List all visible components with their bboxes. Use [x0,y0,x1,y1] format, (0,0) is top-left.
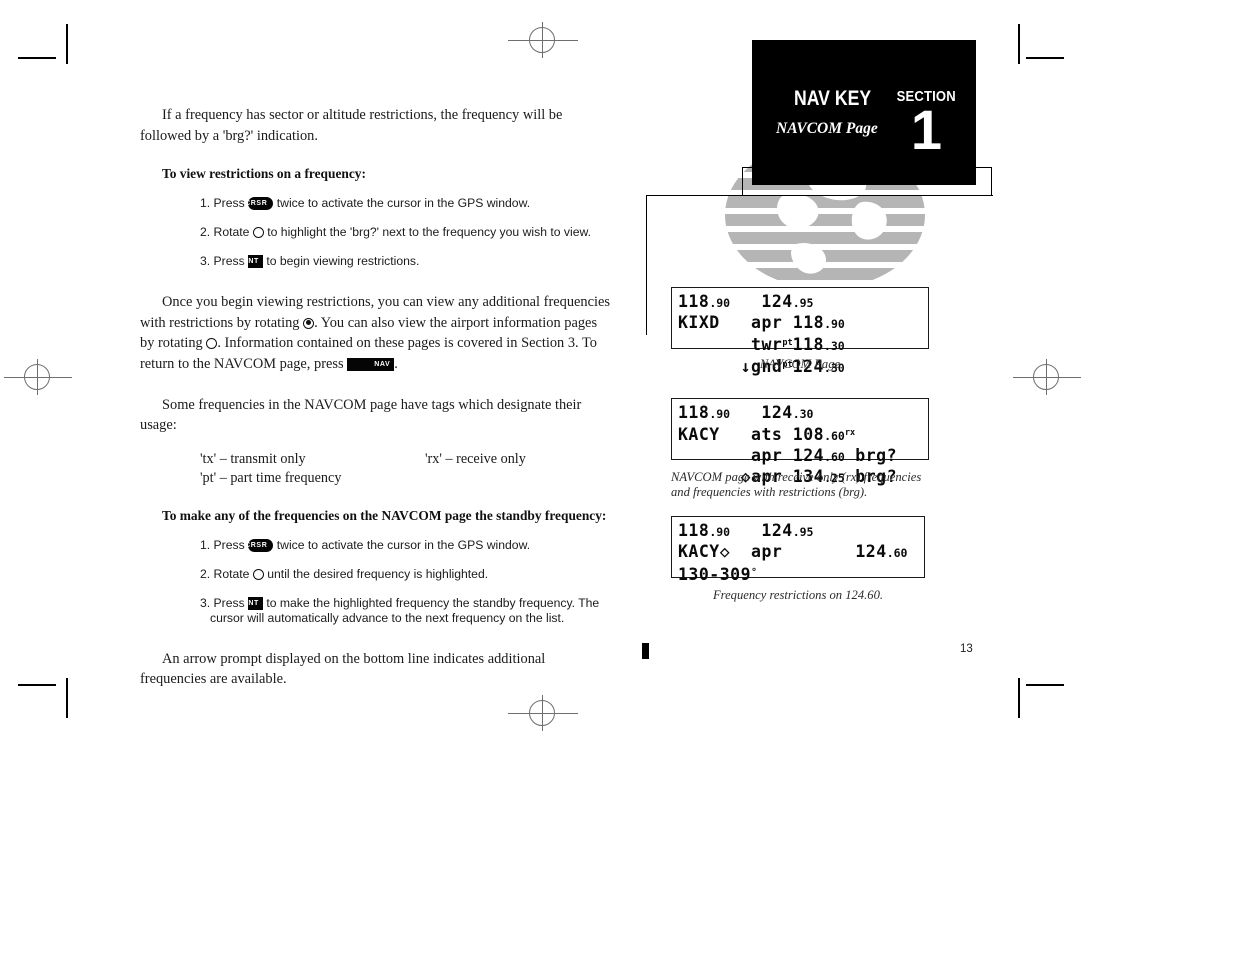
viewing-restrictions-paragraph: Once you begin viewing restrictions, you… [140,292,610,374]
section-banner: NAV KEY NAVCOM Page SECTION 1 [752,40,976,185]
gps-screen-navcom-page: 118.90 124.95 KIXD apr 118.90 twrpt118.3… [671,287,929,376]
para-once-part-d: . [394,355,398,372]
gps-screen-navcom-rx-brg: 118.90 124.30 KACY ats 108.60rx apr 124.… [671,398,929,486]
page-number: 13 [960,643,973,655]
step-prefix: 2. Rotate [200,225,250,240]
step-prefix: 3. Press [200,595,245,610]
step-text: twice to activate the cursor in the GPS … [276,196,531,211]
screen-line: 130-309° [678,565,758,584]
step-item: 2. Rotate to highlight the 'brg?' next t… [200,225,610,240]
footer-black-marker [642,643,649,659]
screen-caption: NAVCOM Page [759,357,841,371]
small-knob-icon[interactable] [252,568,264,580]
crop-mark-bottom-right-v [1018,678,1020,718]
nav-key-icon[interactable]: NAV [347,357,395,371]
tag-rx: 'rx' – receive only [425,450,526,467]
crop-mark-top-left-v [66,24,68,64]
step-prefix: 3. Press [200,254,245,269]
tags-intro-paragraph: Some frequencies in the NAVCOM page have… [140,396,582,434]
small-knob-icon[interactable] [252,227,264,239]
crop-mark-top-right-v [1018,24,1020,64]
tag-row: 'pt' – part time frequency [200,469,610,488]
step-item: 3. Press ENT to make the highlighted fre… [200,596,610,626]
step-prefix: 2. Rotate [200,566,250,581]
frequency-tag-list: 'tx' – transmit only'rx' – receive only … [200,450,610,488]
view-restrictions-steps: 1. Press CRSR twice to activate the curs… [140,196,610,269]
standby-frequency-steps: 1. Press CRSR twice to activate the curs… [140,538,610,626]
step-item: 1. Press CRSR twice to activate the curs… [200,196,610,211]
small-knob-icon[interactable] [206,338,218,350]
arrow-prompt-paragraph: An arrow prompt displayed on the bottom … [140,650,546,688]
step-item: 2. Rotate until the desired frequency is… [200,567,610,582]
banner-nav-key-title: NAV KEY [794,87,872,110]
screen-line: 118.90 124.95 [678,292,814,311]
screen-line: KACY ats 108.60rx [678,425,856,444]
intro-paragraph: If a frequency has sector or altitude re… [140,107,563,144]
screen-line: KIXD apr 118.90 [678,313,845,332]
heading-view-restrictions: To view restrictions on a frequency: [162,166,366,182]
crsr-key-icon[interactable]: CRSR [245,538,274,552]
step-text: to begin viewing restrictions. [266,254,420,269]
screen-line: apr 124.60 brg? [678,446,898,465]
crop-mark-bottom-right-h [1026,684,1064,686]
tag-tx: 'tx' – transmit only [200,450,306,467]
banner-section-number: 1 [910,98,942,161]
screen-caption: NAVCOM page with receive only (rx) frequ… [671,470,922,499]
banner-page-subtitle: NAVCOM Page [776,120,878,137]
step-item: 1. Press CRSR twice to activate the curs… [200,538,610,553]
step-prefix: 1. Press [200,537,245,552]
heading-standby-frequency: To make any of the frequencies on the NA… [162,507,607,523]
step-prefix: 1. Press [200,196,245,211]
gps-screen-frequency-restrictions: 118.90 124.95 KACY◇ apr 124.60 130-309° [671,516,925,584]
crop-mark-bottom-left-h [18,684,56,686]
screen-caption: Frequency restrictions on 124.60. [712,588,884,602]
screen-line: 118.90 124.30 [678,403,814,422]
large-knob-icon[interactable] [303,317,315,329]
crop-mark-bottom-left-v [66,678,68,718]
ent-key-icon[interactable]: ENT [243,596,263,610]
screen-line: KACY◇ apr 124.60 [678,542,908,561]
crsr-key-icon[interactable]: CRSR [245,197,274,211]
crop-mark-top-left-h [18,57,56,59]
screen-line: 118.90 124.95 [678,521,814,540]
step-text: twice to activate the cursor in the GPS … [276,537,531,552]
ent-key-icon[interactable]: ENT [243,255,263,269]
step-item: 3. Press ENT to begin viewing restrictio… [200,254,610,269]
step-text: to highlight the 'brg?' next to the freq… [267,225,592,240]
tag-row: 'tx' – transmit only 'rx' – receive only [200,450,610,469]
body-text-column: If a frequency has sector or altitude re… [140,105,610,690]
crop-mark-top-right-h [1026,57,1064,59]
step-text: until the desired frequency is highlight… [267,566,489,581]
screen-line: twrpt118.30 [678,335,845,354]
step-text: to make the highlighted frequency the st… [210,595,600,625]
tag-pt: 'pt' – part time frequency [200,469,342,486]
